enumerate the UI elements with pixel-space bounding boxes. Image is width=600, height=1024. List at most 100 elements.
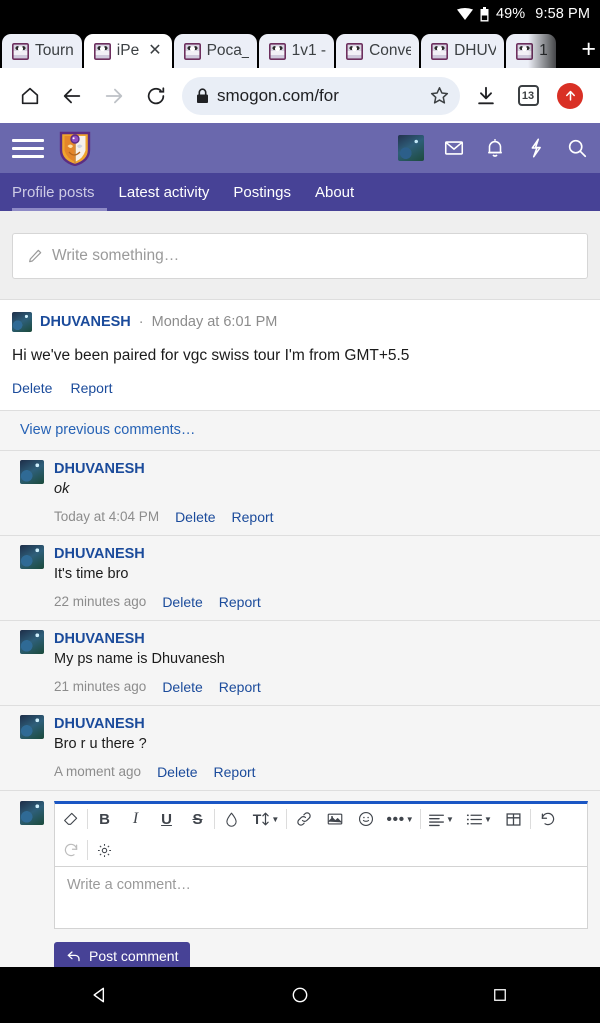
comment-report-link[interactable]: Report [219,679,261,695]
underline-icon[interactable]: U [151,804,182,835]
text-color-icon[interactable] [216,804,247,835]
post-separator: · [138,314,144,330]
bold-icon[interactable]: B [89,804,120,835]
chevron-down-icon: ▼ [446,814,454,824]
hamburger-menu-icon[interactable] [12,138,44,158]
nav-back-triangle-icon[interactable] [70,967,130,1023]
comment-delete-link[interactable]: Delete [157,764,197,780]
browser-tab-active[interactable]: iPe ✕ [83,34,172,68]
new-tab-button[interactable]: + [581,37,596,62]
insert-table-icon[interactable] [498,804,529,835]
write-something-placeholder: Write something… [52,247,180,264]
comment-item: DHUVANESH Bro r u there ? A moment ago D… [0,704,600,790]
strikethrough-icon[interactable]: S [182,804,213,835]
browser-tab[interactable]: Conve [336,34,420,68]
undo-icon[interactable] [532,804,563,835]
browser-tab-strip[interactable]: Tourn iPe ✕ Poca_ 1v1 - Conve DHUV 1 + [0,28,600,68]
comment-author[interactable]: DHUVANESH [54,461,145,477]
subnav-label: About [314,183,355,201]
browser-tab[interactable]: Poca_ [173,34,257,68]
subnav-item-latest-activity[interactable]: Latest activity [107,173,222,211]
subnav-item-profile-posts[interactable]: Profile posts [12,173,107,211]
subnav-item-postings[interactable]: Postings [221,173,303,211]
avatar[interactable] [20,800,44,825]
tab-count-button[interactable]: 13 [508,76,548,116]
view-previous-comments-link[interactable]: View previous comments… [20,422,195,438]
address-bar[interactable]: smogon.com/for [182,76,460,115]
url-text: smogon.com/for [217,85,339,105]
view-previous-comments[interactable]: View previous comments… [0,409,600,450]
favicon-icon [12,42,29,60]
favicon-icon [268,42,286,60]
insert-image-icon[interactable] [319,804,350,835]
list-icon[interactable]: ▼ [460,804,498,835]
reload-icon[interactable] [136,76,176,116]
post-report-link[interactable]: Report [70,380,112,396]
text-align-icon[interactable]: ▼ [422,804,460,835]
home-icon[interactable] [10,76,50,116]
comment-timestamp[interactable]: 22 minutes ago [54,594,146,609]
comment-input[interactable]: Write a comment… [54,866,588,929]
comment-delete-link[interactable]: Delete [162,594,202,610]
avatar[interactable] [12,312,32,332]
insert-link-icon[interactable] [288,804,319,835]
avatar[interactable] [20,459,44,484]
nav-home-circle-icon[interactable] [270,967,330,1023]
smogon-crest-logo[interactable] [58,130,92,167]
close-tab-icon[interactable]: ✕ [146,43,163,59]
comment-timestamp[interactable]: Today at 4:04 PM [54,509,159,524]
post-delete-link[interactable]: Delete [12,380,52,396]
comment-report-link[interactable]: Report [232,509,274,525]
comment-delete-link[interactable]: Delete [162,679,202,695]
comment-author[interactable]: DHUVANESH [54,716,145,732]
lock-icon [197,87,208,103]
comment-report-link[interactable]: Report [219,594,261,610]
font-size-icon[interactable]: T ▼ [247,804,285,835]
nav-recents-square-icon[interactable] [470,967,530,1023]
more-options-icon[interactable]: ••• ▼ [381,804,419,835]
browser-tab[interactable]: 1 [506,34,556,68]
post-author[interactable]: DHUVANESH [40,314,131,330]
write-something-input[interactable]: Write something… [12,233,588,279]
post-comment-button[interactable]: Post comment [54,941,191,967]
comment-report-link[interactable]: Report [214,764,256,780]
bell-icon[interactable] [484,137,506,159]
comment-author[interactable]: DHUVANESH [54,631,145,647]
comment-timestamp[interactable]: 21 minutes ago [54,679,146,694]
battery-icon [480,6,489,21]
browser-tab[interactable]: Tourn [2,34,82,68]
post-timestamp[interactable]: Monday at 6:01 PM [152,314,278,330]
avatar[interactable] [20,629,44,654]
avatar[interactable] [20,714,44,739]
comment-text: My ps name is Dhuvanesh [54,650,225,667]
bold-label: B [99,810,110,828]
editor-settings-icon[interactable] [89,835,120,866]
subnav-label: Latest activity [118,183,210,201]
comment-author[interactable]: DHUVANESH [54,546,145,562]
comment-delete-link[interactable]: Delete [175,509,215,525]
profile-update-icon[interactable] [550,76,590,116]
italic-icon[interactable]: I [120,804,151,835]
browser-tab[interactable]: 1v1 - [258,34,335,68]
lightning-bolt-icon[interactable] [525,137,547,159]
android-navigation-bar [0,967,600,1023]
android-status-bar: 49% 9:58 PM [0,0,600,28]
browser-tab[interactable]: DHUV [421,34,505,68]
toolbar-divider [87,840,88,861]
download-icon[interactable] [466,76,506,116]
subnav-label: Postings [233,183,291,201]
comment-item: DHUVANESH ok Today at 4:04 PM Delete Rep… [0,449,600,535]
user-avatar[interactable] [398,135,424,161]
editor-toolbar-row-2 [55,835,587,866]
site-header [0,123,600,173]
comment-text: ok [54,480,70,497]
comment-timestamp[interactable]: A moment ago [54,764,141,779]
subnav-item-about[interactable]: About [303,173,366,211]
back-arrow-icon[interactable] [52,76,92,116]
avatar[interactable] [20,544,44,569]
insert-emoji-icon[interactable] [350,804,381,835]
envelope-icon[interactable] [443,137,465,159]
search-icon[interactable] [566,137,588,159]
star-icon[interactable] [429,85,450,106]
remove-formatting-icon[interactable] [55,804,86,835]
